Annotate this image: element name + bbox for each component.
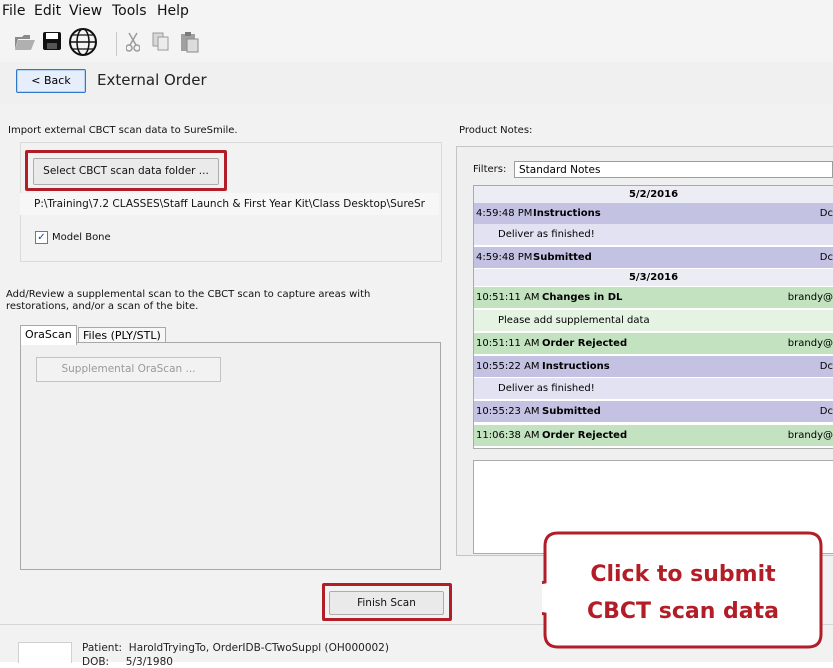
note-row[interactable]: 10:55:22 AM Instructions Dc bbox=[474, 356, 833, 377]
tab-orascan[interactable]: OraScan bbox=[20, 325, 77, 345]
menu-file[interactable]: File bbox=[2, 3, 25, 19]
highlight-box bbox=[25, 150, 227, 191]
paste-icon[interactable] bbox=[180, 31, 200, 53]
patient-info: Patient: HaroldTryingTo, OrderIDB-CTwoSu… bbox=[82, 642, 389, 654]
open-folder-icon[interactable] bbox=[14, 32, 36, 52]
toolbar bbox=[0, 24, 833, 62]
supplemental-description-line1: Add/Review a supplemental scan to the CB… bbox=[6, 289, 371, 300]
note-body: Deliver as finished! bbox=[474, 378, 833, 399]
note-body: Please add supplemental data bbox=[474, 310, 833, 331]
toolbar-separator bbox=[116, 32, 117, 56]
supplemental-orascan-button[interactable]: Supplemental OraScan ... bbox=[36, 357, 221, 382]
cut-icon[interactable] bbox=[126, 32, 140, 52]
filters-label: Filters: bbox=[473, 164, 507, 175]
import-description: Import external CBCT scan data to SureSm… bbox=[8, 125, 238, 136]
note-divider bbox=[474, 245, 833, 246]
folder-path: P:\Training\7.2 CLASSES\Staff Launch & F… bbox=[20, 193, 439, 215]
filters-select[interactable]: Standard Notes bbox=[514, 161, 833, 178]
dob-label: DOB: bbox=[82, 656, 110, 668]
dob-value: 5/3/1980 bbox=[125, 656, 173, 668]
note-row[interactable]: 11:06:38 AM Order Rejected brandy@ bbox=[474, 425, 833, 446]
menu-bar: File Edit View Tools Help bbox=[0, 0, 833, 24]
callout-line2: CBCT scan data bbox=[587, 599, 779, 624]
menu-tools[interactable]: Tools bbox=[112, 3, 147, 19]
note-body: Deliver as finished! bbox=[474, 224, 833, 245]
supplemental-description-line2: restorations, and/or a scan of the bite. bbox=[6, 301, 199, 312]
notes-date-row: 5/3/2016 bbox=[474, 269, 833, 286]
note-row[interactable]: 4:59:48 PM Submitted Dc bbox=[474, 247, 833, 268]
product-notes-header: Product Notes: bbox=[459, 125, 533, 136]
application-window: File Edit View Tools Help < Back Externa… bbox=[0, 0, 833, 668]
save-icon[interactable] bbox=[42, 31, 62, 51]
menu-view[interactable]: View bbox=[69, 3, 102, 19]
finish-highlight-box bbox=[322, 583, 452, 621]
note-row[interactable]: 10:51:11 AM Changes in DL brandy@ bbox=[474, 287, 833, 308]
back-button[interactable]: < Back bbox=[16, 69, 86, 93]
notes-date-row: 5/2/2016 bbox=[474, 186, 833, 203]
copy-icon[interactable] bbox=[152, 32, 170, 52]
patient-value: HaroldTryingTo, OrderIDB-CTwoSuppl (OH00… bbox=[128, 642, 389, 654]
model-bone-label: Model Bone bbox=[52, 232, 111, 243]
callout-text: Click to submit CBCT scan data bbox=[552, 556, 814, 630]
globe-icon[interactable] bbox=[68, 27, 98, 57]
patient-photo bbox=[18, 642, 72, 663]
callout-line1: Click to submit bbox=[590, 562, 776, 587]
note-row[interactable]: 4:59:48 PM Instructions Dc bbox=[474, 203, 833, 224]
note-row[interactable]: 10:55:23 AM Submitted Dc bbox=[474, 401, 833, 422]
page-title: External Order bbox=[97, 71, 207, 89]
menu-help[interactable]: Help bbox=[157, 3, 189, 19]
model-bone-checkbox[interactable]: ✓ bbox=[35, 231, 48, 244]
menu-edit[interactable]: Edit bbox=[34, 3, 61, 19]
dob-info: DOB: 5/3/1980 bbox=[82, 656, 173, 668]
patient-label: Patient: bbox=[82, 642, 123, 654]
note-row[interactable]: 10:51:11 AM Order Rejected brandy@ bbox=[474, 333, 833, 354]
